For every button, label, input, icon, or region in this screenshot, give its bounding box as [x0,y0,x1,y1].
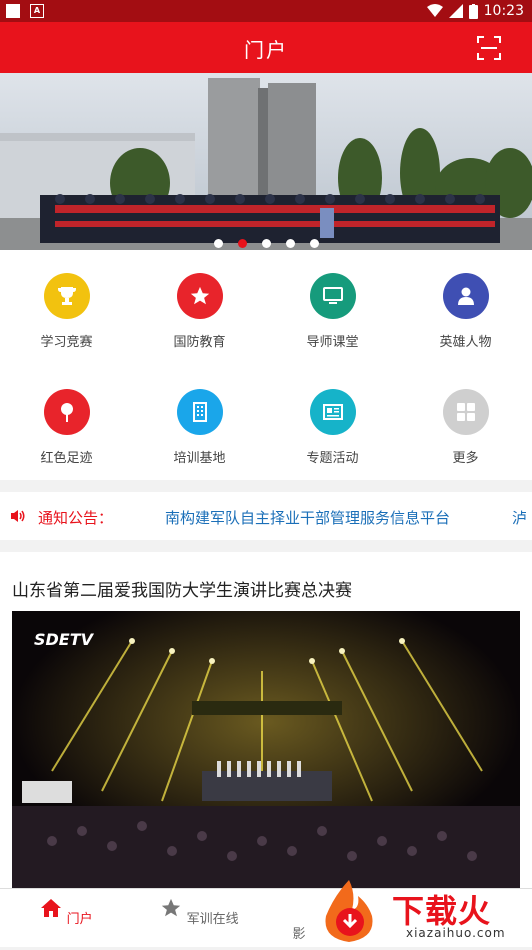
grid-item-label: 英雄人物 [439,335,492,350]
newspaper-icon [309,389,356,435]
tab-label: 影 [292,927,306,942]
watermark: 下载火 xiazaihuo.com [314,876,532,946]
banner-carousel[interactable] [0,73,532,250]
news-card[interactable]: 山东省第二届爱我国防大学生演讲比赛总决赛 SDETV [0,552,532,888]
notice-label: 通知公告： [38,509,114,527]
trophy-icon [43,273,90,319]
grid-item-mentor-class[interactable]: 导师课堂 [266,273,399,350]
stage-image: SDETV [12,611,520,888]
app-bar: 门户 [0,22,532,73]
tab-label: 门户 [66,912,93,927]
grid-item-label: 红色足迹 [40,451,93,466]
star-outline-icon [162,898,181,917]
notice-text-overflow[interactable]: 泸 [512,507,527,528]
grid-item-label: 导师课堂 [306,335,359,350]
carousel-dot[interactable] [213,239,223,248]
grid-item-heroes[interactable]: 英雄人物 [399,273,532,350]
wifi-icon [426,4,443,17]
carousel-dots[interactable] [0,239,532,248]
tab-label: 军训在线 [186,912,239,927]
tab-military-training[interactable]: 军训在线 [133,897,266,927]
feature-grid: 学习竞赛 国防教育 导师课堂 英雄人物 红色足迹 培训基地 专题活动 更多 [0,250,532,480]
watermark-sub: xiazaihuo.com [406,926,506,940]
grid-item-label: 更多 [452,451,479,466]
carousel-dot[interactable] [261,239,271,248]
tab-portal[interactable]: 门户 [0,897,133,927]
carousel-dot-active[interactable] [237,239,247,248]
star-icon [176,273,223,319]
scan-icon[interactable] [476,35,502,61]
carousel-dot[interactable] [285,239,295,248]
pin-icon [43,389,90,435]
grid-item-label: 学习竞赛 [40,335,93,350]
grid-item-label: 培训基地 [173,451,226,466]
notification-icon [6,4,20,18]
grid-item-label: 专题活动 [306,451,359,466]
grid-item-special-events[interactable]: 专题活动 [266,389,399,466]
signal-icon [448,4,463,18]
grid-item-more[interactable]: 更多 [399,389,532,466]
speaker-icon [11,510,25,522]
app-notification-icon: A [30,4,44,18]
notice-bar[interactable]: 通知公告： 南构建军队自主择业干部管理服务信息平台 泸 [0,492,532,540]
battery-icon [468,3,478,19]
grid-item-study-contest[interactable]: 学习竞赛 [0,273,133,350]
news-title[interactable]: 山东省第二届爱我国防大学生演讲比赛总决赛 [12,576,352,601]
flame-logo-icon [325,880,373,942]
status-bar: A 10:23 [0,0,532,22]
building-icon [176,389,223,435]
grid-item-training-base[interactable]: 培训基地 [133,389,266,466]
status-time: 10:23 [483,3,524,19]
home-icon [41,899,62,917]
person-icon [442,273,489,319]
grid-item-red-footprints[interactable]: 红色足迹 [0,389,133,466]
notice-text[interactable]: 南构建军队自主择业干部管理服务信息平台 [165,507,450,528]
grid-item-defense-education[interactable]: 国防教育 [133,273,266,350]
image-logo: SDETV [34,630,95,649]
news-image[interactable]: SDETV [12,611,520,888]
grid-more-icon [442,389,489,435]
page-title: 门户 [244,38,288,62]
carousel-dot[interactable] [309,239,319,248]
banner-image [0,73,532,250]
monitor-icon [309,273,356,319]
grid-item-label: 国防教育 [173,335,226,350]
